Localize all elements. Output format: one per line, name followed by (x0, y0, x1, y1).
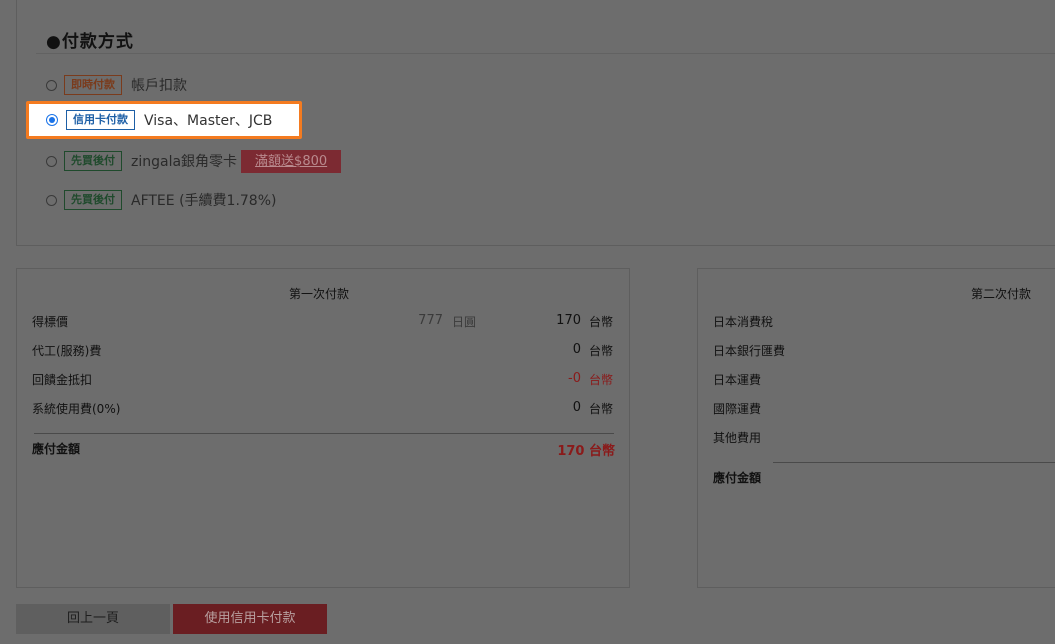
payment-option-zingala[interactable]: 先買後付 zingala銀角零卡 滿額送$800 (46, 149, 342, 173)
jpy-value: 777 (418, 313, 443, 328)
row-label: 得標價 (32, 315, 69, 329)
total-value: 170 台幣 (557, 444, 615, 459)
total-label: 應付金額 (713, 471, 762, 485)
first-payment-title: 第一次付款 (289, 287, 350, 301)
divider (34, 433, 614, 434)
row-value: 0 (572, 342, 581, 357)
row-label: 其他費用 (713, 431, 762, 445)
radio-button[interactable] (46, 194, 57, 206)
back-button[interactable]: 回上一頁 (16, 604, 170, 634)
row-unit: 台幣 (589, 373, 614, 387)
row-value: -0 (568, 371, 581, 386)
divider (773, 462, 1055, 463)
option-label: zingala銀角零卡 (131, 154, 238, 170)
row-unit: 台幣 (589, 402, 614, 416)
row-label: 回饋金抵扣 (32, 373, 93, 387)
row-label: 日本銀行匯費 (713, 344, 786, 358)
total-label: 應付金額 (32, 442, 81, 456)
option-badge: 信用卡付款 (66, 110, 135, 130)
jpy-unit: 日圓 (452, 315, 477, 329)
divider (36, 53, 1055, 54)
row-label: 國際運費 (713, 402, 762, 416)
row-value: 0 (572, 400, 581, 415)
promo-link[interactable]: 滿額送$800 (241, 149, 342, 173)
option-badge: 先買後付 (64, 190, 122, 210)
payment-option-aftee[interactable]: 先買後付 AFTEE (手續費1.78%) (46, 188, 276, 212)
row-label: 日本運費 (713, 373, 762, 387)
payment-option-bank[interactable]: 即時付款 帳戶扣款 (46, 73, 187, 97)
payment-option-credit-card[interactable]: 信用卡付款 Visa、Master、JCB (26, 101, 302, 139)
row-value: 170 (556, 313, 581, 328)
payment-method-title: ●付款方式 (46, 32, 134, 52)
row-label: 日本消費稅 (713, 315, 774, 329)
option-label: Visa、Master、JCB (144, 113, 273, 129)
option-badge: 先買後付 (64, 151, 122, 171)
radio-button-selected[interactable] (46, 114, 58, 126)
option-label: AFTEE (手續費1.78%) (131, 193, 277, 209)
pay-with-credit-card-button[interactable]: 使用信用卡付款 (173, 604, 327, 634)
second-payment-title: 第二次付款 (971, 287, 1032, 301)
radio-button[interactable] (46, 79, 57, 91)
row-unit: 台幣 (589, 344, 614, 358)
row-label: 系統使用費(0%) (32, 402, 121, 416)
row-label: 代工(服務)費 (32, 344, 102, 358)
option-label: 帳戶扣款 (131, 78, 187, 94)
radio-button[interactable] (46, 155, 57, 167)
row-unit: 台幣 (589, 315, 614, 329)
option-badge: 即時付款 (64, 75, 122, 95)
